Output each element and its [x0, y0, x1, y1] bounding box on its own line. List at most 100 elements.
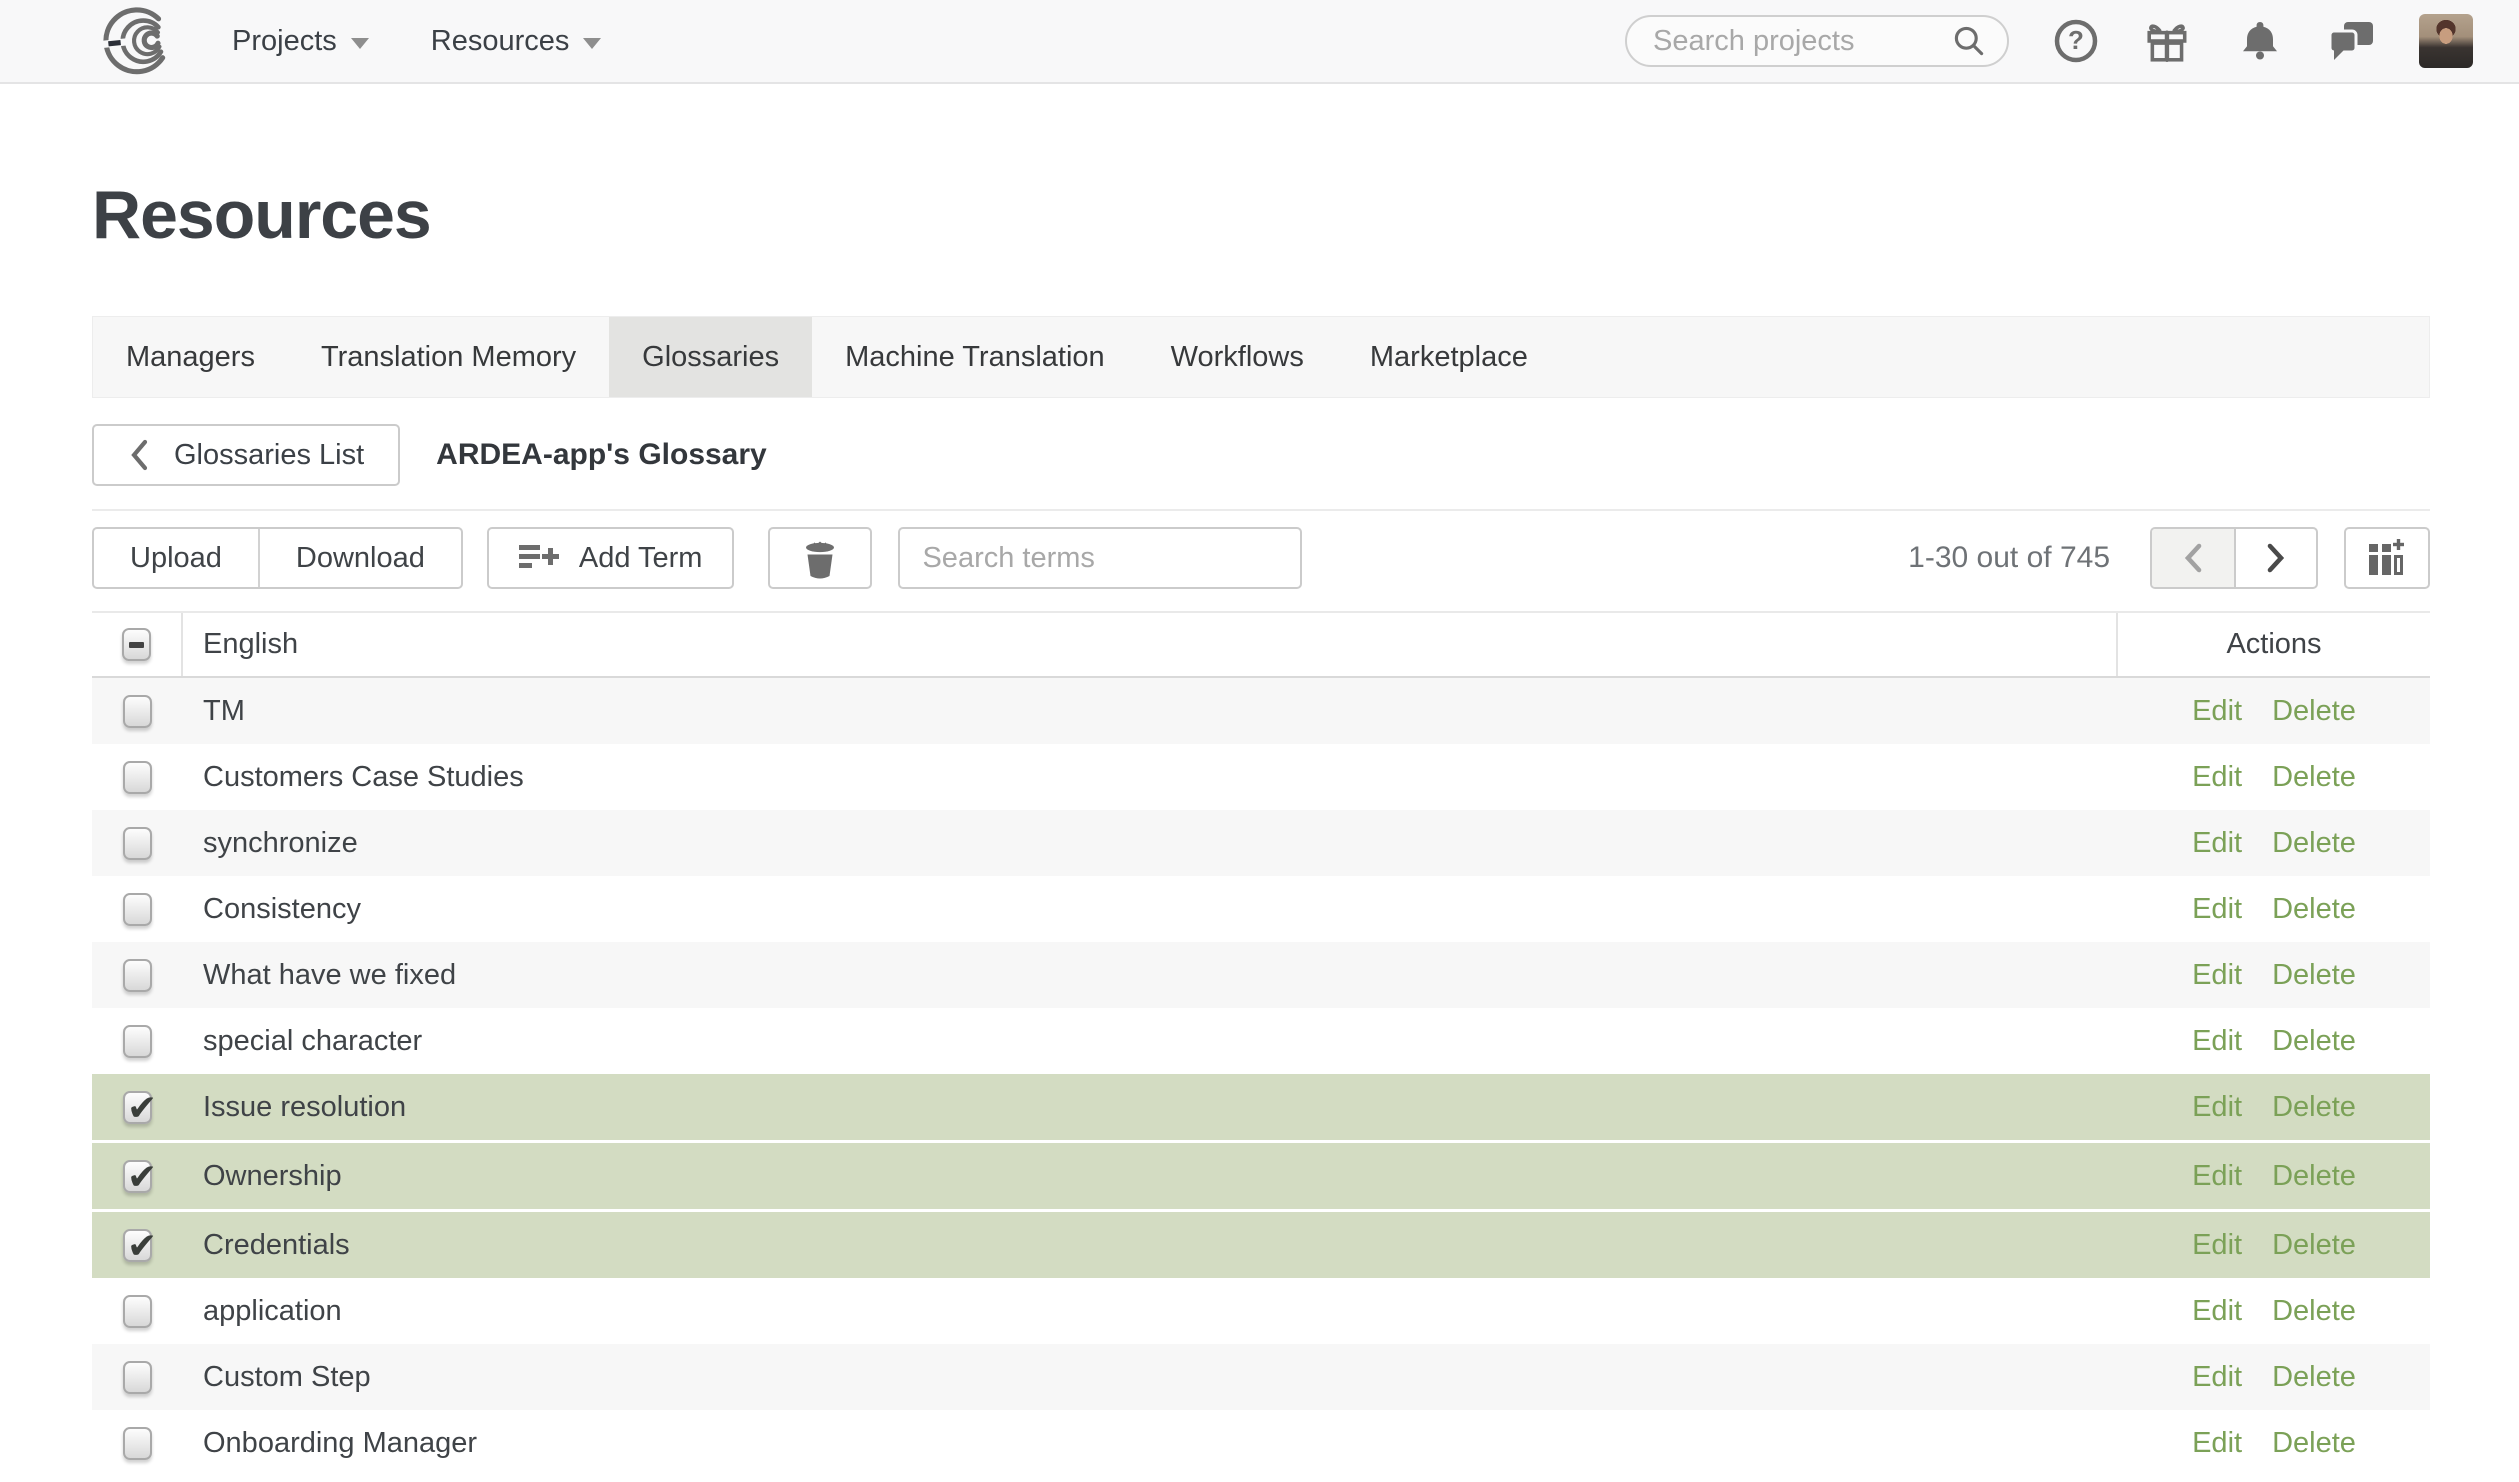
- edit-link[interactable]: Edit: [2192, 761, 2242, 794]
- table-row[interactable]: ✔ special character Edit Delete: [92, 1008, 2430, 1074]
- delete-link[interactable]: Delete: [2272, 1025, 2356, 1058]
- chevron-left-icon: [131, 439, 148, 471]
- term-text: Custom Step: [203, 1360, 371, 1393]
- prev-page-button[interactable]: [2152, 529, 2234, 587]
- row-checkbox[interactable]: ✔: [123, 826, 152, 860]
- row-checkbox[interactable]: ✔: [123, 892, 152, 926]
- tab-label: Translation Memory: [320, 340, 577, 373]
- manage-columns-button[interactable]: [2344, 527, 2430, 589]
- tab-translation-memory[interactable]: Translation Memory: [288, 317, 609, 397]
- delete-link[interactable]: Delete: [2272, 893, 2356, 926]
- tab-machine-translation[interactable]: Machine Translation: [812, 317, 1138, 397]
- trash-icon: [806, 537, 835, 579]
- table-row[interactable]: ✔ synchronize Edit Delete: [92, 810, 2430, 876]
- term-search-input[interactable]: [898, 527, 1303, 589]
- row-checkbox[interactable]: ✔: [123, 760, 152, 794]
- add-column-icon: [2369, 539, 2404, 575]
- download-button[interactable]: Download: [257, 529, 461, 587]
- tab-managers[interactable]: Managers: [93, 317, 288, 397]
- delete-link[interactable]: Delete: [2272, 761, 2356, 794]
- nav-menu-projects[interactable]: Projects: [232, 25, 369, 58]
- row-checkbox[interactable]: ✔: [123, 1225, 157, 1266]
- term-text: Consistency: [203, 892, 361, 925]
- glossary-name: ARDEA-app's Glossary: [436, 438, 767, 471]
- row-checkbox[interactable]: ✔: [123, 1024, 152, 1058]
- row-checkbox[interactable]: ✔: [123, 1294, 152, 1328]
- chat-icon[interactable]: [2327, 16, 2377, 66]
- search-icon[interactable]: [1951, 23, 1987, 59]
- row-checkbox[interactable]: ✔: [123, 694, 152, 728]
- delete-link[interactable]: Delete: [2272, 1160, 2356, 1193]
- upload-button[interactable]: Upload: [94, 529, 258, 587]
- edit-link[interactable]: Edit: [2192, 893, 2242, 926]
- term-text: special character: [203, 1024, 423, 1057]
- nav-menu-resources[interactable]: Resources: [431, 25, 602, 58]
- breadcrumb: Glossaries List ARDEA-app's Glossary: [92, 424, 2430, 486]
- delete-link[interactable]: Delete: [2272, 1427, 2356, 1460]
- pagination-range: 1-30 out of 745: [1908, 541, 2110, 574]
- table-row[interactable]: ✔ Customers Case Studies Edit Delete: [92, 744, 2430, 810]
- table-row[interactable]: ✔ TM Edit Delete: [92, 678, 2430, 744]
- delete-link[interactable]: Delete: [2272, 827, 2356, 860]
- edit-link[interactable]: Edit: [2192, 1427, 2242, 1460]
- edit-link[interactable]: Edit: [2192, 827, 2242, 860]
- delete-link[interactable]: Delete: [2272, 1361, 2356, 1394]
- gift-icon[interactable]: [2143, 16, 2193, 66]
- main-content: Resources Managers Translation Memory Glos…: [0, 176, 2519, 1476]
- tab-glossaries[interactable]: Glossaries: [609, 317, 813, 397]
- table-row[interactable]: ✔ Ownership Edit Delete: [92, 1140, 2430, 1209]
- delete-link[interactable]: Delete: [2272, 1229, 2356, 1262]
- term-text: Credentials: [203, 1228, 350, 1261]
- delete-link[interactable]: Delete: [2272, 959, 2356, 992]
- project-search-input[interactable]: [1653, 24, 1951, 58]
- delete-link[interactable]: Delete: [2272, 1091, 2356, 1124]
- delete-link[interactable]: Delete: [2272, 1295, 2356, 1328]
- edit-link[interactable]: Edit: [2192, 959, 2242, 992]
- row-checkbox[interactable]: ✔: [123, 1426, 152, 1460]
- table-row[interactable]: ✔ What have we fixed Edit Delete: [92, 942, 2430, 1008]
- row-checkbox[interactable]: ✔: [123, 1156, 157, 1197]
- table-row[interactable]: ✔ Onboarding Manager Edit Delete: [92, 1410, 2430, 1476]
- tab-marketplace[interactable]: Marketplace: [1337, 317, 1561, 397]
- row-checkbox[interactable]: ✔: [123, 1087, 157, 1128]
- term-text: application: [203, 1294, 342, 1327]
- indeterminate-mark: [129, 641, 144, 648]
- edit-link[interactable]: Edit: [2192, 1295, 2242, 1328]
- term-text: synchronize: [203, 826, 358, 859]
- edit-link[interactable]: Edit: [2192, 695, 2242, 728]
- tab-label: Glossaries: [642, 340, 780, 373]
- term-text: Issue resolution: [203, 1090, 407, 1123]
- term-text: Onboarding Manager: [203, 1426, 478, 1459]
- row-checkbox[interactable]: ✔: [123, 958, 152, 992]
- edit-link[interactable]: Edit: [2192, 1361, 2242, 1394]
- toolbar-right: 1-30 out of 745: [1908, 527, 2430, 589]
- add-term-label: Add Term: [578, 541, 703, 574]
- chevron-down-icon: [583, 37, 602, 49]
- table-row[interactable]: ✔ Credentials Edit Delete: [92, 1209, 2430, 1278]
- table-row[interactable]: ✔ Consistency Edit Delete: [92, 876, 2430, 942]
- table-row[interactable]: ✔ Issue resolution Edit Delete: [92, 1074, 2430, 1140]
- edit-link[interactable]: Edit: [2192, 1091, 2242, 1124]
- help-icon[interactable]: ?: [2051, 16, 2101, 66]
- table-row[interactable]: ✔ application Edit Delete: [92, 1278, 2430, 1344]
- bell-icon[interactable]: [2235, 16, 2285, 66]
- edit-link[interactable]: Edit: [2192, 1229, 2242, 1262]
- avatar[interactable]: [2419, 14, 2473, 68]
- upload-download-group: Upload Download: [92, 527, 463, 589]
- delete-selected-button[interactable]: [768, 527, 873, 589]
- table-row[interactable]: ✔ Custom Step Edit Delete: [92, 1344, 2430, 1410]
- glossaries-list-back-button[interactable]: Glossaries List: [92, 424, 401, 486]
- select-all-checkbox[interactable]: [122, 628, 151, 661]
- check-mark: ✔: [127, 1155, 158, 1197]
- term-text: Ownership: [203, 1159, 342, 1192]
- edit-link[interactable]: Edit: [2192, 1160, 2242, 1193]
- top-navigation-bar: Projects Resources ?: [0, 0, 2519, 84]
- tab-workflows[interactable]: Workflows: [1138, 317, 1337, 397]
- app-logo-icon[interactable]: [100, 6, 170, 76]
- edit-link[interactable]: Edit: [2192, 1025, 2242, 1058]
- add-term-button[interactable]: Add Term: [486, 527, 735, 589]
- term-text: Customers Case Studies: [203, 760, 524, 793]
- row-checkbox[interactable]: ✔: [123, 1360, 152, 1394]
- next-page-button[interactable]: [2234, 529, 2316, 587]
- delete-link[interactable]: Delete: [2272, 695, 2356, 728]
